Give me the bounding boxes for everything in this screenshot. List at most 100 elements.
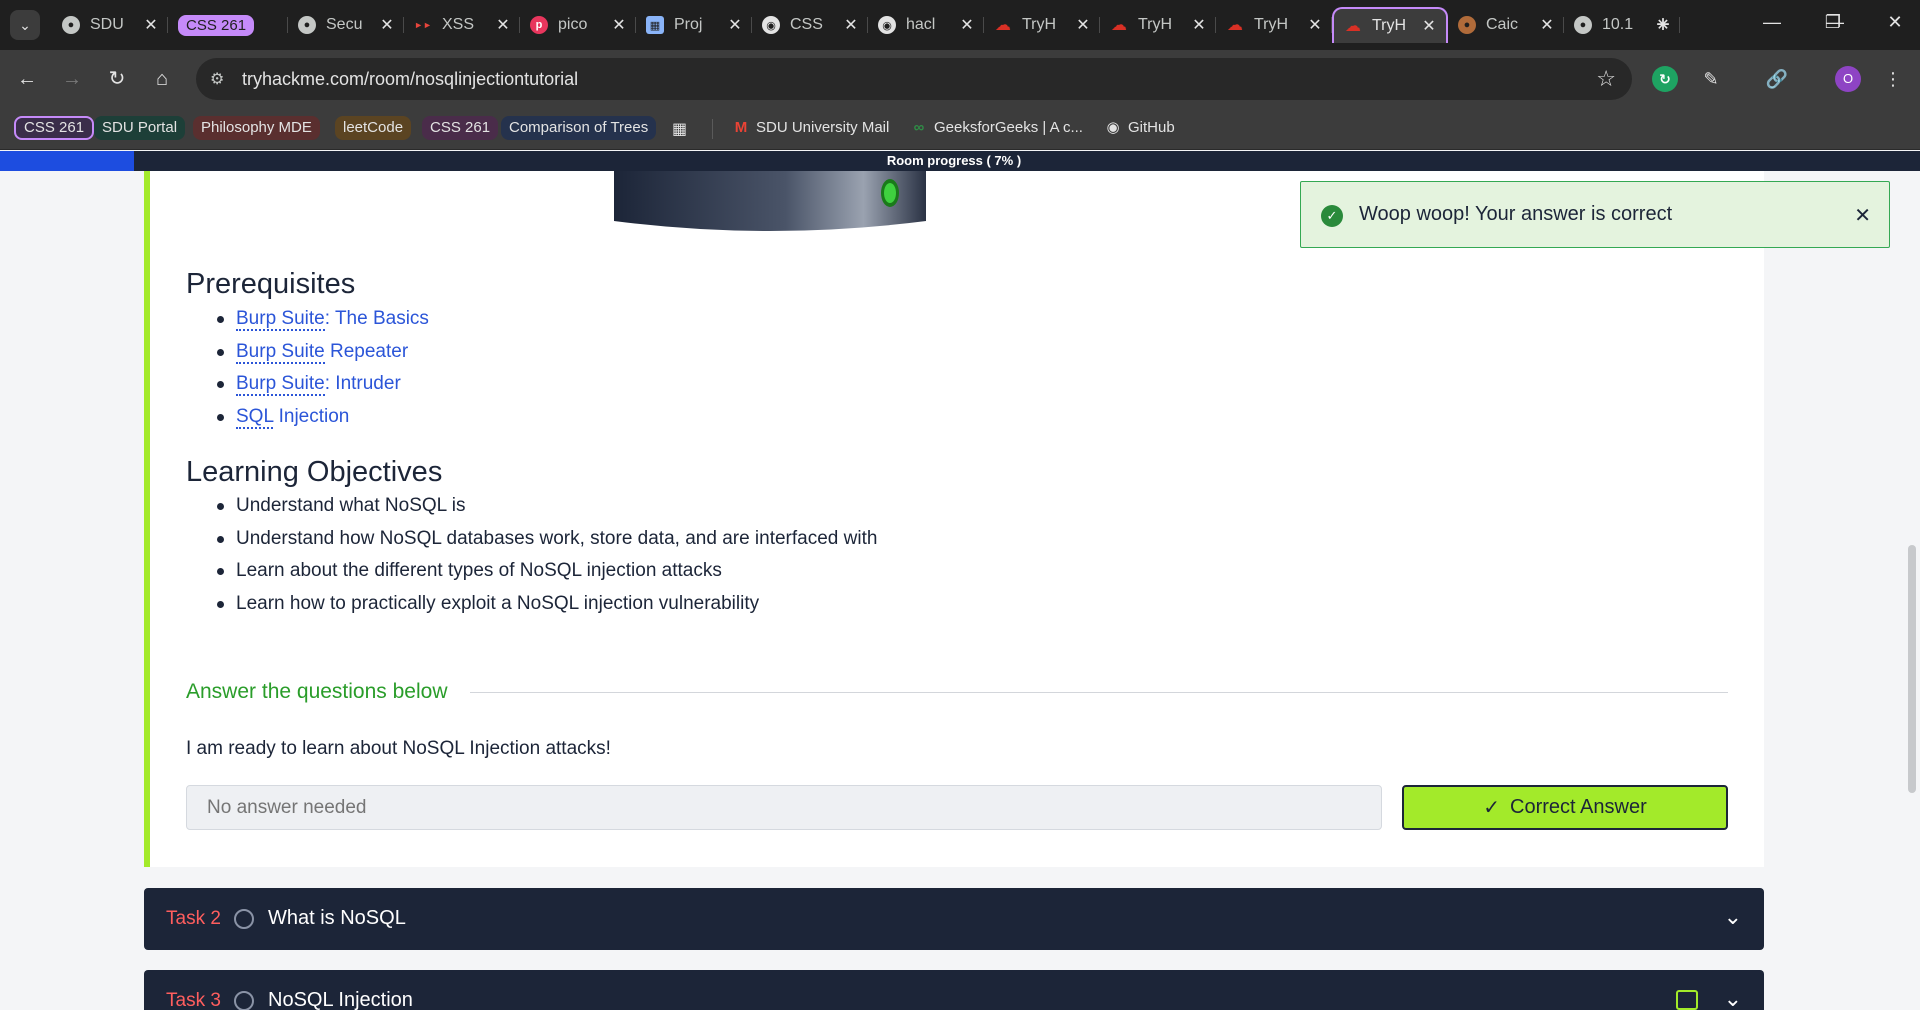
task-row-3[interactable]: Task 3 NoSQL Injection ⌄ bbox=[144, 970, 1764, 1010]
tryhackme-cloud-icon: ☁ bbox=[995, 17, 1011, 34]
bookmark-group-css261-2[interactable]: CSS 261 bbox=[422, 116, 499, 140]
tab-group-css261[interactable]: CSS 261 bbox=[168, 7, 288, 43]
close-icon[interactable]: ✕ bbox=[1074, 15, 1092, 35]
apps-grid-icon[interactable]: ▦ bbox=[672, 119, 687, 139]
close-icon[interactable]: ✕ bbox=[958, 15, 976, 35]
tab-list: ● SDU ✕ CSS 261 ● Secu ✕ ►► XSS ✕ p pico… bbox=[52, 7, 1680, 43]
bookmark-label: GeeksforGeeks | A c... bbox=[934, 119, 1083, 136]
abbr: Burp Suite bbox=[236, 308, 325, 331]
close-icon[interactable]: ✕ bbox=[842, 15, 860, 35]
tryhackme-cloud-icon: ☁ bbox=[1345, 18, 1361, 35]
page-scrollbar[interactable] bbox=[1908, 545, 1916, 793]
prerequisite-link[interactable]: SQL Injection bbox=[236, 405, 350, 429]
browser-toolbar: ← → ↻ ⌂ ⚙ tryhackme.com/room/nosqlinject… bbox=[0, 50, 1920, 107]
tab-10[interactable]: ☁ TryH ✕ bbox=[1216, 7, 1332, 43]
tab-3[interactable]: ►► XSS ✕ bbox=[404, 7, 520, 43]
answers-heading: Answer the questions below bbox=[186, 680, 448, 703]
extension-sync-icon[interactable]: ↻ bbox=[1652, 66, 1678, 92]
room-progress-label: Room progress ( 7% ) bbox=[886, 153, 1022, 168]
task-status-circle-icon bbox=[234, 909, 254, 929]
bookmark-group-css261[interactable]: CSS 261 bbox=[14, 116, 95, 140]
task-title: What is NoSQL bbox=[268, 907, 406, 929]
new-tab-plus-icon[interactable]: + bbox=[1650, 12, 1676, 38]
tab-2[interactable]: ● Secu ✕ bbox=[288, 7, 404, 43]
extensions-puzzle-icon[interactable]: ✎ bbox=[1698, 66, 1724, 92]
bookmark-group-philosophy[interactable]: Philosophy MDE bbox=[193, 116, 320, 140]
bookmark-group-leetcode[interactable]: leetCode bbox=[335, 116, 412, 140]
tab-label: Proj bbox=[674, 16, 703, 33]
back-arrow-icon[interactable]: ← bbox=[14, 66, 40, 92]
task-status-circle-icon bbox=[234, 991, 254, 1010]
close-icon[interactable]: ✕ bbox=[378, 15, 396, 35]
room-progress-bar: Room progress ( 7% ) bbox=[0, 151, 1920, 171]
tab-5[interactable]: ▦ Proj ✕ bbox=[636, 7, 752, 43]
tab-label: XSS bbox=[442, 16, 475, 33]
reload-icon[interactable]: ↻ bbox=[104, 66, 130, 92]
bookmark-sdu-mail[interactable]: M SDU University Mail bbox=[732, 116, 890, 140]
tab-9[interactable]: ☁ TryH ✕ bbox=[1100, 7, 1216, 43]
close-icon[interactable]: ✕ bbox=[494, 15, 512, 35]
close-icon[interactable]: ✕ bbox=[1420, 16, 1438, 36]
link-text: Injection bbox=[273, 405, 350, 427]
learning-objectives-list: Understand what NoSQL is Understand how … bbox=[216, 490, 877, 621]
bookmark-geeksforgeeks[interactable]: ∞ GeeksforGeeks | A c... bbox=[910, 116, 1083, 140]
close-icon[interactable]: ✕ bbox=[1854, 203, 1871, 228]
globe-icon: ● bbox=[298, 16, 316, 34]
chevron-down-icon[interactable]: ⌄ bbox=[1724, 986, 1742, 1010]
chevron-down-icon[interactable]: ⌄ bbox=[1724, 904, 1742, 930]
more-menu-icon[interactable]: ⋮ bbox=[1880, 66, 1906, 92]
bookmark-github[interactable]: ◉ GitHub bbox=[1104, 116, 1174, 140]
forward-arrow-icon[interactable]: → bbox=[59, 66, 85, 92]
answer-input[interactable] bbox=[186, 785, 1382, 830]
question-text: I am ready to learn about NoSQL Injectio… bbox=[186, 738, 611, 759]
list-item: Learn how to practically exploit a NoSQL… bbox=[216, 588, 877, 621]
task-row-2[interactable]: Task 2 What is NoSQL ⌄ bbox=[144, 888, 1764, 950]
profile-avatar[interactable]: O bbox=[1835, 66, 1861, 92]
tab-8[interactable]: ☁ TryH ✕ bbox=[984, 7, 1100, 43]
correct-answer-button[interactable]: ✓ Correct Answer bbox=[1402, 785, 1728, 830]
home-icon[interactable]: ⌂ bbox=[149, 66, 175, 92]
tab-12[interactable]: ● Caic ✕ bbox=[1448, 7, 1564, 43]
address-bar[interactable]: ⚙ tryhackme.com/room/nosqlinjectiontutor… bbox=[196, 58, 1632, 100]
list-item: Burp Suite: Intruder bbox=[217, 368, 429, 401]
tab-7[interactable]: ◉ hacl ✕ bbox=[868, 7, 984, 43]
tab-0[interactable]: ● SDU ✕ bbox=[52, 7, 168, 43]
close-icon[interactable]: ✕ bbox=[1538, 15, 1556, 35]
tab-search-chevron-icon[interactable]: ⌄ bbox=[10, 10, 40, 40]
close-icon[interactable]: ✕ bbox=[726, 15, 744, 35]
globe-icon: ● bbox=[1574, 16, 1592, 34]
abbr: Burp Suite bbox=[236, 373, 325, 396]
close-icon[interactable]: ✕ bbox=[1190, 15, 1208, 35]
prerequisite-link[interactable]: Burp Suite Repeater bbox=[236, 340, 408, 364]
prerequisite-link[interactable]: Burp Suite: Intruder bbox=[236, 373, 401, 396]
bookmark-group-sdu-portal[interactable]: SDU Portal bbox=[94, 116, 186, 140]
bookmark-group-trees[interactable]: Comparison of Trees bbox=[501, 116, 657, 140]
tryhackme-cloud-icon: ☁ bbox=[1111, 17, 1127, 34]
hackersploit-icon: ►► bbox=[414, 20, 432, 30]
address-url[interactable]: tryhackme.com/room/nosqlinjectiontutoria… bbox=[242, 69, 578, 90]
close-icon[interactable]: ✕ bbox=[610, 15, 628, 35]
tab-label: TryH bbox=[1138, 16, 1173, 33]
restore-window-icon[interactable]: ❐ bbox=[1818, 12, 1848, 33]
task-number: Task 2 bbox=[166, 908, 221, 929]
project-board-icon: ▦ bbox=[646, 16, 664, 34]
close-icon[interactable]: ✕ bbox=[1306, 15, 1324, 35]
link-text: : The Basics bbox=[324, 308, 429, 329]
close-window-icon[interactable]: ✕ bbox=[1880, 12, 1910, 33]
minimize-window-icon[interactable]: — bbox=[1757, 12, 1787, 33]
correct-answer-label: Correct Answer bbox=[1510, 796, 1647, 818]
site-settings-icon[interactable]: ⚙ bbox=[210, 69, 224, 89]
close-icon[interactable]: ✕ bbox=[142, 15, 160, 35]
tab-active-tryhackme[interactable]: ☁ TryH ✕ bbox=[1332, 7, 1448, 43]
tab-4[interactable]: p pico ✕ bbox=[520, 7, 636, 43]
tab-group-label[interactable]: CSS 261 bbox=[178, 14, 255, 36]
link-icon[interactable]: 🔗 bbox=[1764, 66, 1790, 92]
task-title: NoSQL Injection bbox=[268, 989, 413, 1010]
list-item: Understand what NoSQL is bbox=[216, 490, 877, 523]
tab-6[interactable]: ◉ CSS ✕ bbox=[752, 7, 868, 43]
bookmark-star-icon[interactable]: ☆ bbox=[1596, 66, 1616, 92]
github-icon: ◉ bbox=[762, 16, 780, 34]
prerequisite-link[interactable]: Burp Suite: The Basics bbox=[236, 308, 429, 331]
success-toast: ✓ Woop woop! Your answer is correct ✕ bbox=[1300, 181, 1890, 248]
abbr: Burp Suite bbox=[236, 340, 325, 364]
